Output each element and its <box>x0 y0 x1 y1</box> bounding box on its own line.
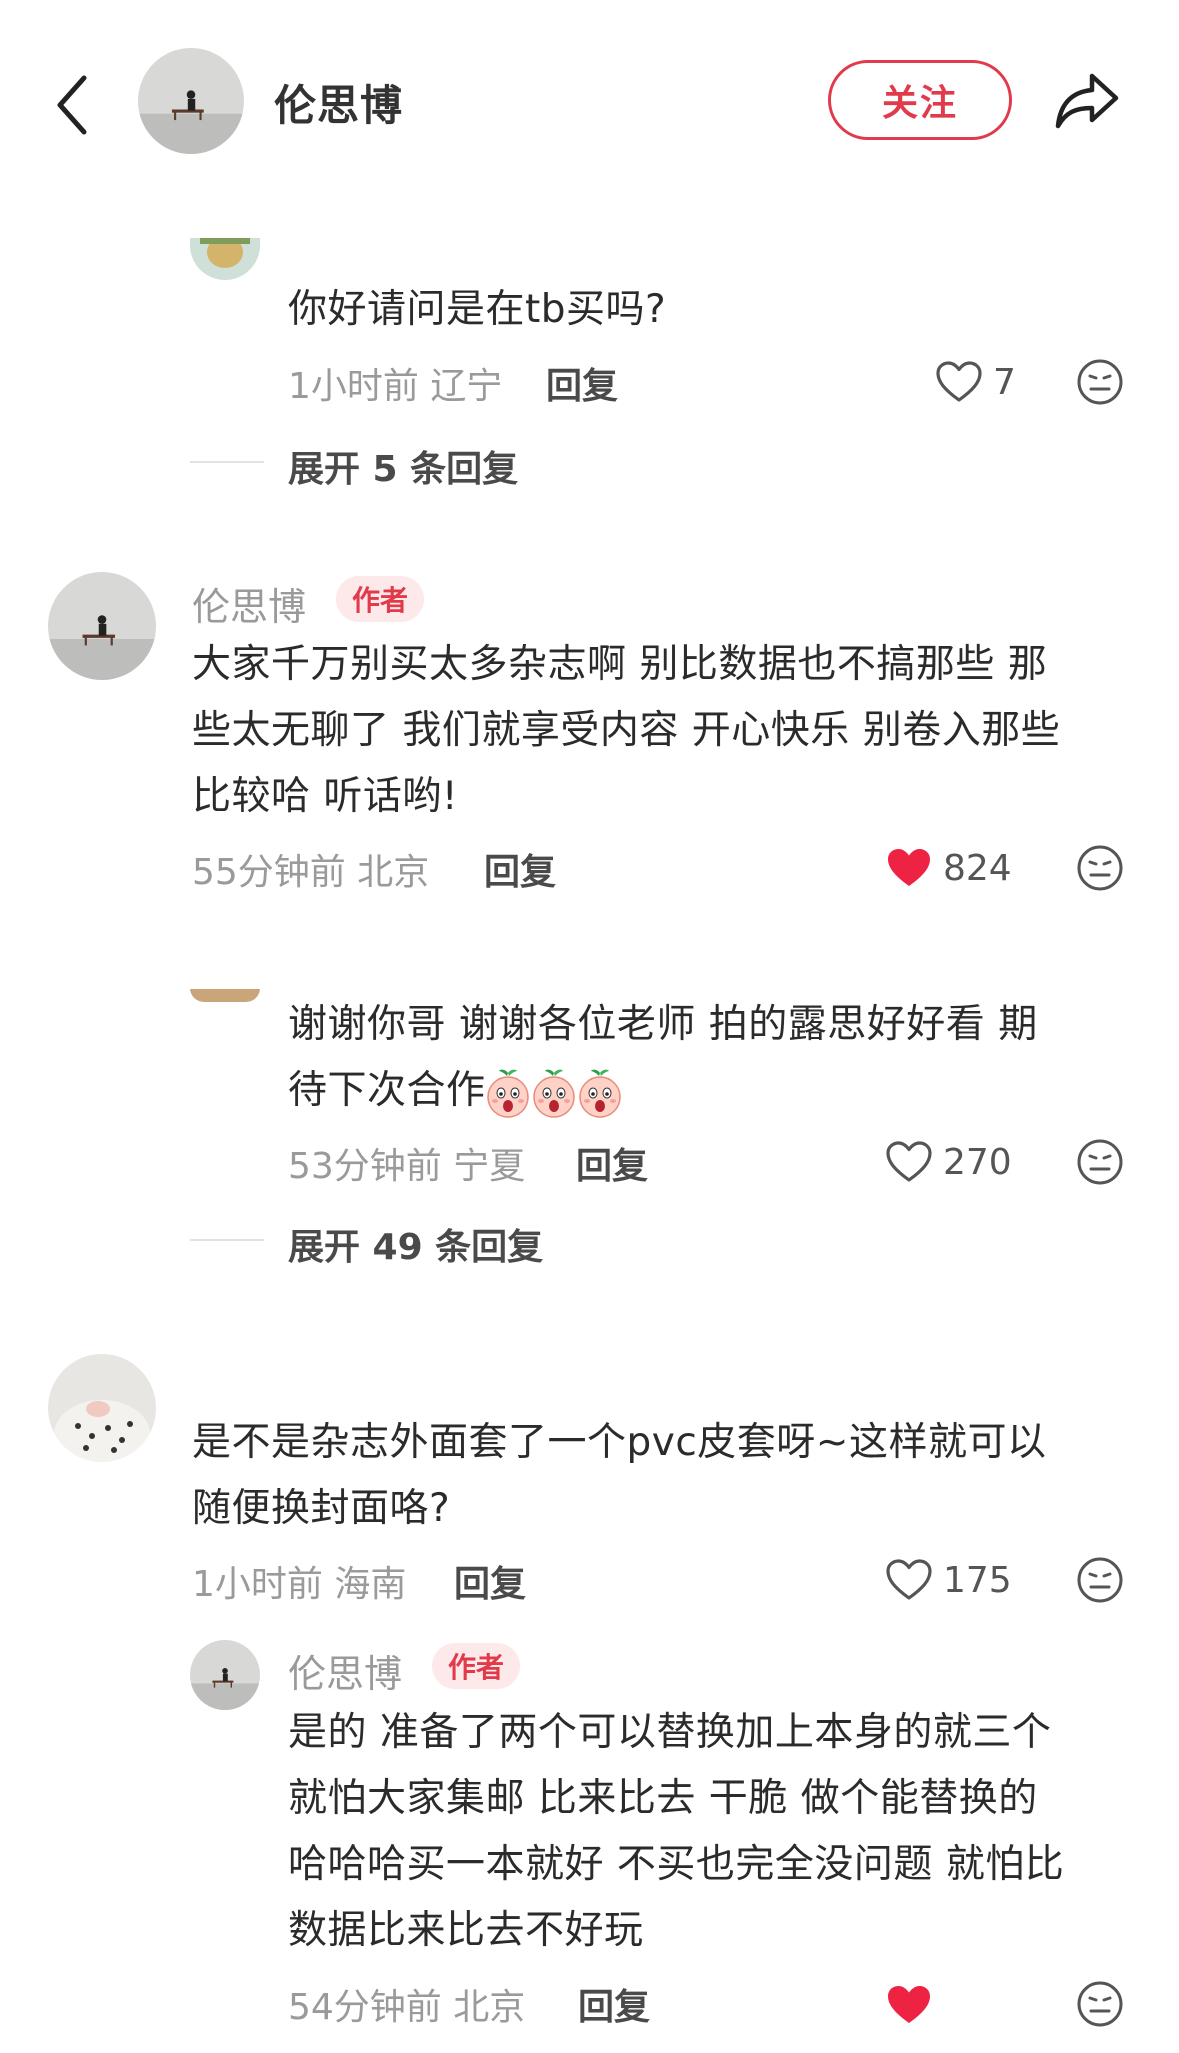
heart-icon <box>885 1558 933 1602</box>
comment-username[interactable]: 伦思博 <box>192 576 306 631</box>
commenter-avatar[interactable] <box>190 238 260 280</box>
heart-icon <box>885 1140 933 1184</box>
dislike-face-icon[interactable] <box>1076 1138 1124 1186</box>
dislike-face-icon[interactable] <box>1076 358 1124 406</box>
heart-filled-icon <box>885 846 933 890</box>
comment-time-location: 1小时前 辽宁 <box>288 366 503 407</box>
like-count: 270 <box>943 1141 1012 1183</box>
profile-avatar[interactable] <box>138 48 244 154</box>
comment-time-location: 1小时前 海南 <box>192 1564 407 1605</box>
like-button[interactable]: 824 <box>885 843 1012 893</box>
comment-time-location: 53分钟前 宁夏 <box>288 1146 526 1187</box>
like-button[interactable] <box>885 1980 933 2030</box>
top-bar: 伦思博 关注 <box>0 0 1179 190</box>
comment-text: 谢谢你哥 谢谢各位老师 拍的露思好好看 期 待下次合作 <box>288 992 1038 1124</box>
comment-text: 是的 准备了两个可以替换加上本身的就三个 就怕大家集邮 比来比去 干脆 做个能替… <box>288 1710 1065 1953</box>
comment-text: 大家千万别买太多杂志啊 别比数据也不搞那些 那 些太无聊了 我们就享受内容 开心… <box>192 642 1061 819</box>
divider <box>190 1239 264 1241</box>
back-arrow-icon[interactable] <box>50 70 100 140</box>
expand-replies[interactable]: 展开 49 条回复 <box>288 1218 543 1270</box>
share-icon[interactable] <box>1052 68 1122 134</box>
divider <box>190 461 264 463</box>
follow-button[interactable]: 关注 <box>828 60 1012 140</box>
like-button[interactable]: 175 <box>885 1555 1012 1605</box>
comment-text: 你好请问是在tb买吗? <box>288 287 667 332</box>
peach-emoji-icon <box>486 1068 624 1113</box>
profile-name[interactable]: 伦思博 <box>274 72 403 133</box>
author-avatar[interactable] <box>48 572 156 680</box>
reply-button[interactable]: 回复 <box>576 1137 648 1189</box>
dislike-face-icon[interactable] <box>1076 1980 1124 2028</box>
commenter-avatar[interactable] <box>48 1354 156 1462</box>
heart-icon <box>935 360 983 404</box>
author-avatar[interactable] <box>190 1640 260 1710</box>
author-badge: 作者 <box>336 576 425 622</box>
comment-text: 是不是杂志外面套了一个pvc皮套呀~这样就可以 随便换封面咯? <box>192 1420 1047 1531</box>
commenter-avatar[interactable] <box>190 988 260 1002</box>
comment-time-location: 55分钟前 北京 <box>192 852 430 893</box>
like-button[interactable]: 270 <box>885 1137 1012 1187</box>
reply-button[interactable]: 回复 <box>578 1978 650 2030</box>
author-badge: 作者 <box>432 1643 521 1689</box>
like-count: 824 <box>943 847 1012 889</box>
like-count: 7 <box>993 361 1016 403</box>
comment-username[interactable]: 伦思博 <box>288 1643 402 1698</box>
like-count: 175 <box>943 1559 1012 1601</box>
heart-filled-icon <box>885 1983 933 2027</box>
reply-button[interactable]: 回复 <box>484 843 556 895</box>
dislike-face-icon[interactable] <box>1076 1556 1124 1604</box>
comment-time-location: 54分钟前 北京 <box>288 1987 526 2028</box>
reply-button[interactable]: 回复 <box>454 1555 526 1607</box>
like-button[interactable]: 7 <box>935 357 1016 407</box>
dislike-face-icon[interactable] <box>1076 844 1124 892</box>
reply-button[interactable]: 回复 <box>546 357 618 409</box>
expand-replies[interactable]: 展开 5 条回复 <box>288 440 518 492</box>
